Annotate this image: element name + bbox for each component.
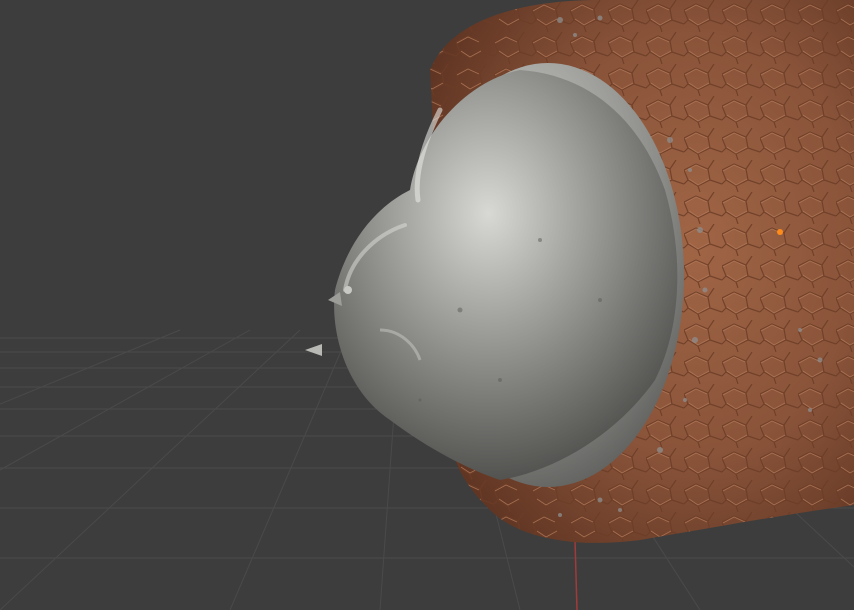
origin-marker-icon	[777, 229, 783, 235]
x-axis-line	[574, 539, 578, 610]
3d-viewport[interactable]	[0, 0, 854, 610]
metal-cap-mesh[interactable]	[305, 63, 684, 487]
